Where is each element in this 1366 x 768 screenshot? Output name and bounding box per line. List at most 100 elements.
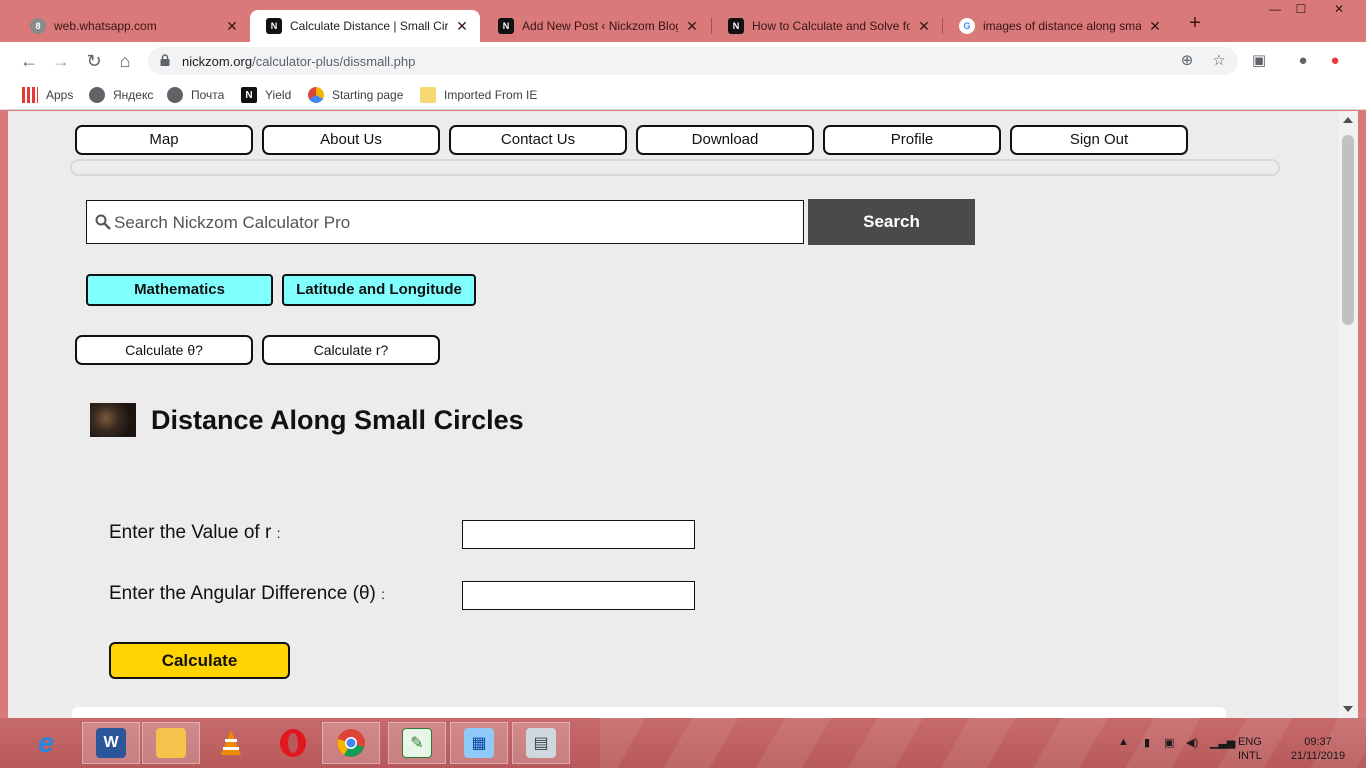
r-label-colon: : (276, 525, 281, 541)
bookmark-label: Яндекс (113, 88, 154, 102)
scroll-up-icon[interactable] (1343, 117, 1353, 123)
nav-sign-out[interactable]: Sign Out (1010, 125, 1188, 155)
calculator-icon[interactable]: ▤ (512, 722, 570, 764)
tab-title: How to Calculate and Solve for (752, 19, 910, 33)
nav-map[interactable]: Map (75, 125, 253, 155)
show-hidden-icons[interactable]: ▲ (1118, 736, 1129, 748)
theta-input[interactable] (462, 581, 695, 610)
search-input[interactable]: Search Nickzom Calculator Pro (86, 200, 804, 244)
tab-add-new-post[interactable]: N Add New Post ‹ Nickzom Blog — ✕ (482, 10, 710, 42)
page-scrollbar[interactable] (1338, 111, 1358, 718)
profile-icon[interactable]: ● (1294, 52, 1312, 70)
search-placeholder: Search Nickzom Calculator Pro (114, 213, 351, 232)
lang-code: ENG (1238, 736, 1262, 748)
clock-date: 21/11/2019 (1290, 750, 1346, 762)
new-tab-button[interactable]: + (1184, 12, 1206, 40)
nav-download[interactable]: Download (636, 125, 814, 155)
bookmark-label: Starting page (332, 88, 404, 102)
nav-about-us[interactable]: About Us (262, 125, 440, 155)
close-tab-icon[interactable]: ✕ (454, 18, 470, 35)
bookmark-yandex[interactable]: Яндекс (89, 85, 153, 105)
lock-icon (160, 54, 170, 66)
page-title: Distance Along Small Circles (151, 405, 524, 435)
clock[interactable]: 09:37 21/11/2019 (1290, 735, 1346, 763)
tab-title: web.whatsapp.com (54, 19, 157, 33)
tab-calculate-distance[interactable]: N Calculate Distance | Small Circle ✕ (250, 10, 480, 42)
category-latitude-longitude[interactable]: Latitude and Longitude (282, 274, 476, 306)
word-icon[interactable]: W (82, 722, 140, 764)
control-panel-icon[interactable]: ▦ (450, 722, 508, 764)
url-domain: nickzom.org (182, 54, 253, 69)
signal-icon[interactable]: ▁▃▅ (1210, 736, 1235, 749)
language-indicator[interactable]: ENG INTL (1238, 735, 1262, 763)
folder-icon (420, 87, 436, 103)
category-mathematics[interactable]: Mathematics (86, 274, 273, 306)
bookmark-label: Yield (265, 88, 292, 102)
bookmark-starting-page[interactable]: Starting page (308, 85, 403, 105)
scrollbar-thumb[interactable] (1342, 135, 1354, 325)
reload-icon[interactable]: ↻ (83, 50, 105, 72)
zoom-icon[interactable]: ⊕ (1178, 52, 1196, 70)
close-tab-icon[interactable]: ✕ (1147, 18, 1163, 35)
address-bar[interactable]: nickzom.org/calculator-plus/dissmall.php… (148, 47, 1238, 75)
browser-title-bar: 8 web.whatsapp.com ✕ N Calculate Distanc… (0, 0, 1366, 42)
bookmark-apps[interactable]: Apps (22, 85, 73, 105)
network-icon[interactable]: ▣ (1164, 736, 1174, 749)
tab-google-images[interactable]: G images of distance along small ✕ (943, 10, 1173, 42)
close-window-button[interactable]: ✕ (1324, 2, 1354, 22)
world-map-icon (90, 403, 136, 437)
opera-icon[interactable] (264, 722, 322, 764)
theta-label-text: Enter the Angular Difference (θ) (109, 583, 376, 604)
page-viewport: Map About Us Contact Us Download Profile… (8, 111, 1338, 718)
bookmark-label: Apps (46, 88, 74, 102)
bookmarks-bar: Apps Яндекс Почта N Yield Starting page … (0, 80, 1366, 110)
nickzom-icon: N (241, 87, 257, 103)
chrome-icon[interactable] (322, 722, 380, 764)
close-tab-icon[interactable]: ✕ (684, 18, 700, 35)
close-tab-icon[interactable]: ✕ (224, 18, 240, 35)
r-input[interactable] (462, 520, 695, 549)
calculate-theta-link[interactable]: Calculate θ? (75, 335, 253, 365)
clock-time: 09:37 (1304, 736, 1332, 748)
nav-divider (70, 159, 1280, 176)
bookmark-label: Imported From IE (444, 88, 538, 102)
apps-grid-icon (22, 87, 38, 103)
file-explorer-icon[interactable] (142, 722, 200, 764)
calculate-button[interactable]: Calculate (109, 642, 290, 679)
extension-icon[interactable]: ▣ (1250, 52, 1268, 70)
star-icon[interactable]: ☆ (1210, 52, 1228, 70)
maximize-button[interactable]: ☐ (1286, 2, 1316, 22)
keyboard-layout: INTL (1238, 750, 1262, 762)
r-label: Enter the Value of r : (109, 522, 280, 544)
scroll-down-icon[interactable] (1343, 706, 1353, 712)
back-icon[interactable]: ← (18, 50, 40, 72)
forward-icon[interactable]: → (50, 50, 72, 72)
bookmark-imported-from-ie[interactable]: Imported From IE (420, 85, 537, 105)
battery-icon[interactable]: ▮ (1144, 736, 1150, 749)
bookmark-pochta[interactable]: Почта (167, 85, 224, 105)
update-icon[interactable]: ● (1326, 52, 1344, 70)
nav-profile[interactable]: Profile (823, 125, 1001, 155)
globe-icon (89, 87, 105, 103)
r-label-text: Enter the Value of r (109, 522, 272, 543)
search-button[interactable]: Search (808, 199, 975, 245)
nickzom-icon: N (266, 18, 282, 34)
bookmark-yield[interactable]: N Yield (241, 85, 291, 105)
volume-icon[interactable]: ◀) (1186, 736, 1198, 749)
browser-toolbar: ← → ↻ ⌂ nickzom.org/calculator-plus/diss… (0, 42, 1366, 80)
nav-contact-us[interactable]: Contact Us (449, 125, 627, 155)
tab-whatsapp[interactable]: 8 web.whatsapp.com ✕ (14, 10, 250, 42)
notepad-icon[interactable]: ✎ (388, 722, 446, 764)
windows-taskbar: e W ✎ ▦ ▤ ▲ ▮ ▣ ◀) ▁▃▅ ENG INTL 09:37 21… (0, 718, 1366, 768)
result-panel (72, 707, 1226, 718)
home-icon[interactable]: ⌂ (114, 50, 136, 72)
google-icon: G (959, 18, 975, 34)
tab-title: Calculate Distance | Small Circle (290, 19, 448, 33)
calculate-r-link[interactable]: Calculate r? (262, 335, 440, 365)
tab-how-to-calculate[interactable]: N How to Calculate and Solve for ✕ (712, 10, 942, 42)
internet-explorer-icon[interactable]: e (16, 722, 76, 764)
search-icon (95, 214, 111, 230)
close-tab-icon[interactable]: ✕ (916, 18, 932, 35)
vlc-icon[interactable] (202, 722, 260, 764)
nickzom-icon: N (728, 18, 744, 34)
